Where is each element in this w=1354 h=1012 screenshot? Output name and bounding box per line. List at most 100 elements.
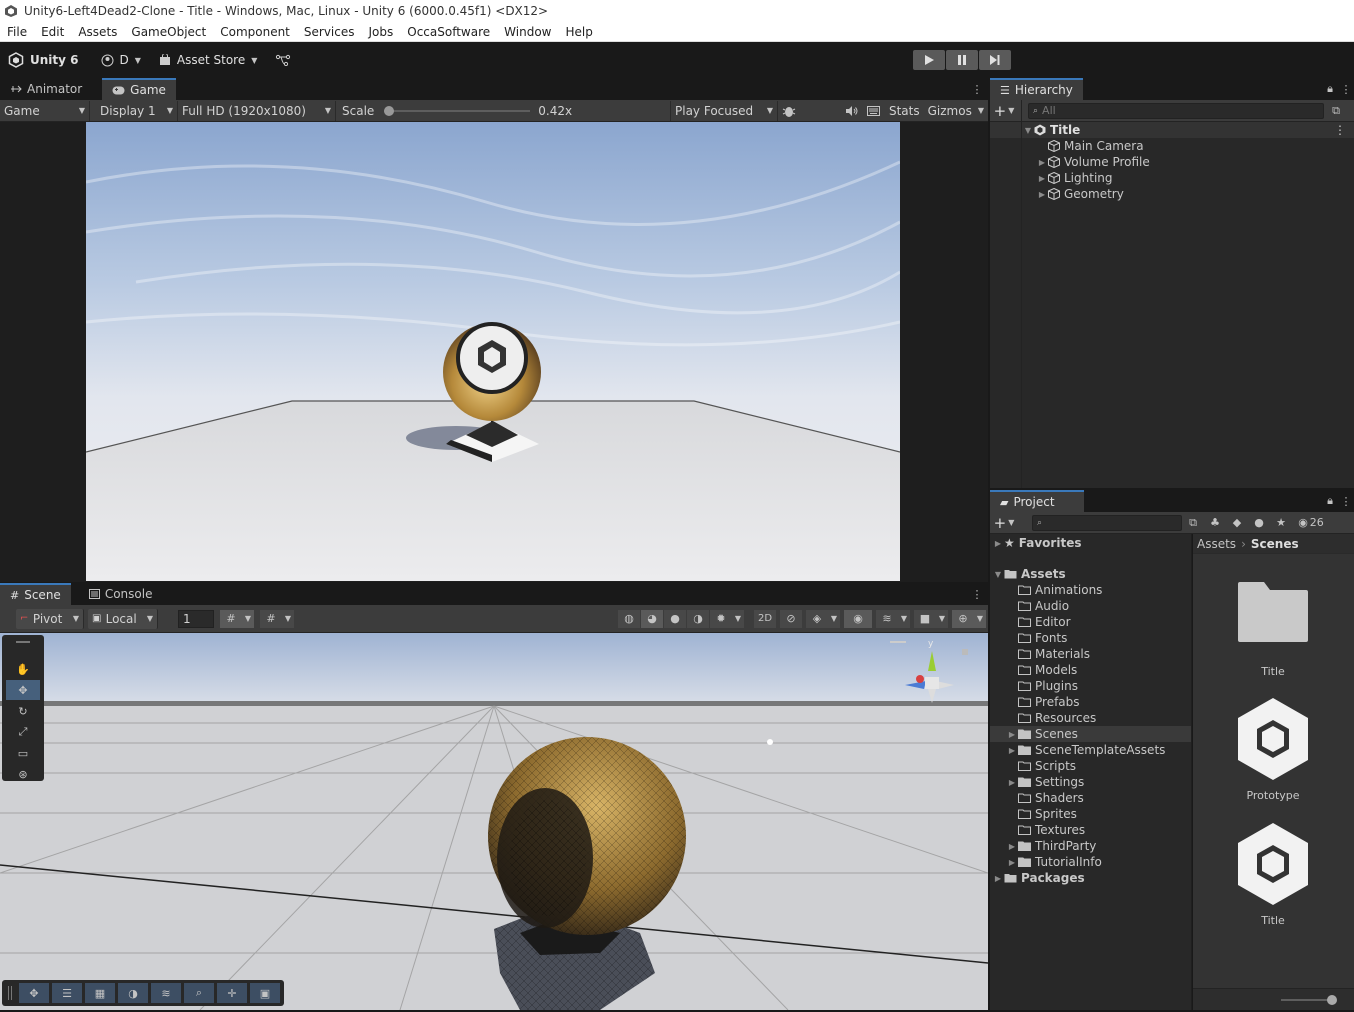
camera-settings-dropdown[interactable]: ▼ bbox=[936, 609, 948, 628]
rect-tool-button[interactable]: ▭ bbox=[6, 743, 40, 763]
menu-services[interactable]: Services bbox=[297, 25, 362, 39]
save-search-button[interactable]: ★ bbox=[1270, 514, 1292, 532]
effects-dropdown[interactable]: ▼ bbox=[828, 609, 840, 628]
lit-mode-button[interactable]: ◑ bbox=[687, 609, 709, 628]
panel-menu-button[interactable]: ⋮ bbox=[1338, 492, 1354, 510]
lighting-overlay-button[interactable]: ◑ bbox=[118, 983, 148, 1003]
folder-row[interactable]: Audio bbox=[990, 598, 1191, 614]
version-control-button[interactable] bbox=[275, 54, 291, 66]
packages-row[interactable]: ▶ Packages bbox=[990, 870, 1191, 886]
icon-size-slider[interactable] bbox=[1281, 999, 1333, 1001]
asset-item[interactable]: Title bbox=[1233, 821, 1313, 927]
display-dropdown[interactable]: Display 1 ▼ bbox=[96, 100, 178, 121]
folder-row[interactable]: Editor bbox=[990, 614, 1191, 630]
folder-row[interactable]: Animations bbox=[990, 582, 1191, 598]
expand-arrow-icon[interactable]: ▶ bbox=[1036, 190, 1048, 199]
menu-occasoftware[interactable]: OccaSoftware bbox=[400, 25, 497, 39]
hidden-packages-toggle[interactable]: ◉ 26 bbox=[1292, 514, 1330, 532]
pause-button[interactable] bbox=[946, 50, 978, 70]
align-overlay-button[interactable]: ☰ bbox=[52, 983, 82, 1003]
expand-arrow-icon[interactable]: ▶ bbox=[1006, 842, 1018, 851]
filter-by-issues-button[interactable]: ● bbox=[1248, 514, 1270, 532]
tab-hierarchy[interactable]: ☰ Hierarchy bbox=[990, 78, 1083, 100]
folder-row[interactable]: ▶ SceneTemplateAssets bbox=[990, 742, 1191, 758]
hierarchy-item[interactable]: ▶ Geometry bbox=[990, 186, 1354, 202]
hierarchy-search-input[interactable] bbox=[1042, 104, 1323, 117]
project-search[interactable]: ⌕ bbox=[1032, 514, 1182, 531]
menu-component[interactable]: Component bbox=[213, 25, 297, 39]
camera-settings-button[interactable]: ■ bbox=[914, 609, 936, 628]
stats-button[interactable]: Stats bbox=[885, 101, 924, 121]
panel-menu-button[interactable]: ⋮ bbox=[966, 585, 988, 603]
expand-arrow-icon[interactable]: ▶ bbox=[1006, 746, 1018, 755]
keyboard-shortcuts-button[interactable] bbox=[863, 102, 885, 120]
tab-scene[interactable]: # Scene bbox=[0, 583, 71, 605]
increment-snap-button[interactable]: # bbox=[260, 609, 282, 628]
scene-row[interactable]: ▼ Title ⋮ bbox=[990, 122, 1354, 138]
favorites-row[interactable]: ▶ ★ Favorites bbox=[990, 535, 1191, 551]
folder-row[interactable]: Resources bbox=[990, 710, 1191, 726]
filter-by-type-button[interactable]: ♣ bbox=[1204, 514, 1226, 532]
menu-jobs[interactable]: Jobs bbox=[362, 25, 401, 39]
menu-file[interactable]: File bbox=[0, 25, 34, 39]
menu-assets[interactable]: Assets bbox=[71, 25, 124, 39]
expand-arrow-icon[interactable]: ▼ bbox=[992, 570, 1004, 579]
search-options-button[interactable]: ⧉ bbox=[1324, 102, 1348, 120]
search-by-type-button[interactable]: ⧉ bbox=[1182, 514, 1204, 532]
overlay-drag-handle[interactable] bbox=[2, 641, 44, 655]
game-view-canvas[interactable] bbox=[86, 122, 900, 581]
filter-by-label-button[interactable]: ◆ bbox=[1226, 514, 1248, 532]
folder-row[interactable]: Scripts bbox=[990, 758, 1191, 774]
menu-window[interactable]: Window bbox=[497, 25, 558, 39]
menu-gameobject[interactable]: GameObject bbox=[124, 25, 213, 39]
expand-arrow-icon[interactable]: ▶ bbox=[1006, 730, 1018, 739]
assets-root-row[interactable]: ▼ Assets bbox=[990, 566, 1191, 582]
expand-arrow-icon[interactable]: ▶ bbox=[1036, 158, 1048, 167]
play-mode-dropdown[interactable]: Play Focused ▼ bbox=[670, 100, 778, 121]
expand-arrow-icon[interactable]: ▶ bbox=[1036, 174, 1048, 183]
scale-tool-button[interactable]: ⤢ bbox=[6, 722, 40, 742]
orientation-gizmo[interactable]: y bbox=[890, 637, 970, 717]
hierarchy-item[interactable]: Main Camera bbox=[990, 138, 1354, 154]
effects-button[interactable]: ◈ bbox=[806, 609, 828, 628]
gizmos-dropdown[interactable]: Gizmos ▼ bbox=[924, 101, 988, 121]
lighting-toggle-button[interactable]: ⊘ bbox=[780, 609, 802, 628]
folder-row[interactable]: Materials bbox=[990, 646, 1191, 662]
folder-row[interactable]: Shaders bbox=[990, 790, 1191, 806]
overlay-drag-handle[interactable] bbox=[8, 986, 12, 1000]
lock-button[interactable]: 🔒︎ bbox=[1322, 80, 1338, 98]
camera-overlay-button[interactable]: ▣ bbox=[250, 983, 280, 1003]
gizmo-menu-icon[interactable] bbox=[890, 641, 906, 643]
folder-row[interactable]: Fonts bbox=[990, 630, 1191, 646]
unity-version-button[interactable]: Unity 6 bbox=[8, 52, 79, 68]
debug-draw-button[interactable]: ✹ bbox=[710, 609, 732, 628]
breadcrumb-assets[interactable]: Assets bbox=[1197, 537, 1236, 551]
menu-help[interactable]: Help bbox=[558, 25, 599, 39]
resolution-dropdown[interactable]: Full HD (1920x1080) ▼ bbox=[178, 100, 336, 121]
folder-row[interactable]: Prefabs bbox=[990, 694, 1191, 710]
expand-arrow-icon[interactable]: ▶ bbox=[1006, 858, 1018, 867]
layers-button[interactable]: ≋ bbox=[876, 609, 898, 628]
frame-debugger-button[interactable] bbox=[778, 102, 800, 120]
pivot-dropdown[interactable]: ⌐ Pivot ▼ bbox=[16, 608, 84, 629]
grid-size-input[interactable] bbox=[178, 609, 214, 628]
layers-overlay-button[interactable]: ≋ bbox=[151, 983, 181, 1003]
unlit-mode-button[interactable]: ● bbox=[664, 609, 686, 628]
folder-row[interactable]: ▶ TutorialInfo bbox=[990, 854, 1191, 870]
game-view-dropdown[interactable]: Game ▼ bbox=[0, 100, 90, 121]
layers-dropdown[interactable]: ▼ bbox=[898, 609, 910, 628]
hierarchy-item[interactable]: ▶ Lighting bbox=[990, 170, 1354, 186]
expand-arrow-icon[interactable]: ▶ bbox=[992, 874, 1004, 883]
scene-visibility-button[interactable]: ◉ bbox=[844, 609, 872, 628]
expand-arrow-icon[interactable]: ▶ bbox=[992, 539, 1004, 548]
search-overlay-button[interactable]: ⌕ bbox=[184, 983, 214, 1003]
hand-tool-button[interactable]: ✋ bbox=[6, 659, 40, 679]
hierarchy-item[interactable]: ▶ Volume Profile bbox=[990, 154, 1354, 170]
expand-arrow-icon[interactable]: ▶ bbox=[1006, 778, 1018, 787]
grid-snap-button[interactable]: # bbox=[220, 609, 242, 628]
step-button[interactable] bbox=[979, 50, 1011, 70]
folder-row[interactable]: ▶ Scenes bbox=[990, 726, 1191, 742]
folder-row[interactable]: Textures bbox=[990, 822, 1191, 838]
pivot-overlay-button[interactable]: ✛ bbox=[217, 983, 247, 1003]
folder-row[interactable]: ▶ Settings bbox=[990, 774, 1191, 790]
